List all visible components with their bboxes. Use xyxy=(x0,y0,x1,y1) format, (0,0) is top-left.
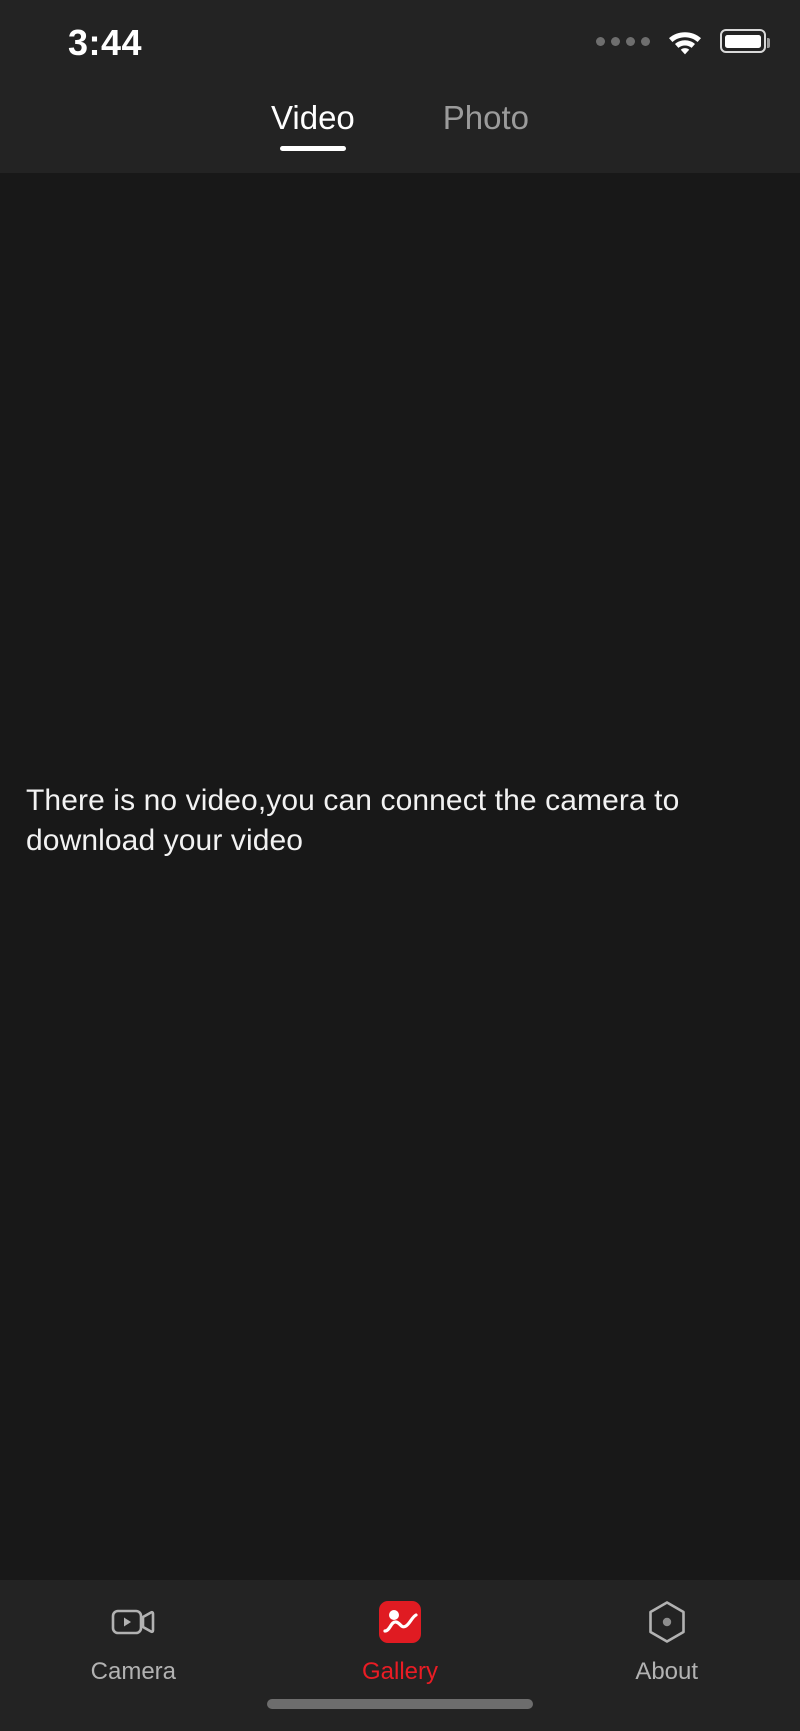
media-type-tabs: Video Photo xyxy=(0,85,800,173)
nav-item-about[interactable]: About xyxy=(533,1600,800,1686)
status-bar-indicators xyxy=(596,27,770,55)
status-bar: 3:44 xyxy=(0,0,800,85)
tab-photo-label: Photo xyxy=(442,99,530,136)
wifi-icon xyxy=(669,32,701,55)
app-screen: 3:44 Video Photo There is no video,you c… xyxy=(0,0,800,1731)
nav-item-camera-label: Camera xyxy=(90,1658,177,1685)
gallery-photo-icon xyxy=(376,1600,424,1644)
nav-item-gallery-label: Gallery xyxy=(361,1658,439,1685)
nav-item-gallery[interactable]: Gallery xyxy=(267,1600,534,1686)
cellular-dots-icon xyxy=(596,36,650,46)
home-indicator[interactable] xyxy=(267,1699,533,1709)
status-bar-clock: 3:44 xyxy=(68,22,143,63)
nav-item-camera[interactable]: Camera xyxy=(0,1600,267,1686)
hexagon-dot-icon xyxy=(643,1600,691,1644)
battery-icon xyxy=(720,29,770,53)
tab-video[interactable]: Video xyxy=(267,93,359,151)
home-indicator-area xyxy=(0,1699,800,1709)
nav-item-about-label: About xyxy=(635,1658,699,1685)
tab-photo[interactable]: Photo xyxy=(439,93,533,151)
video-camera-icon xyxy=(109,1600,157,1644)
empty-state-message: There is no video,you can connect the ca… xyxy=(26,784,680,857)
gallery-content-area: There is no video,you can connect the ca… xyxy=(0,173,800,1580)
tab-video-label: Video xyxy=(270,99,355,136)
